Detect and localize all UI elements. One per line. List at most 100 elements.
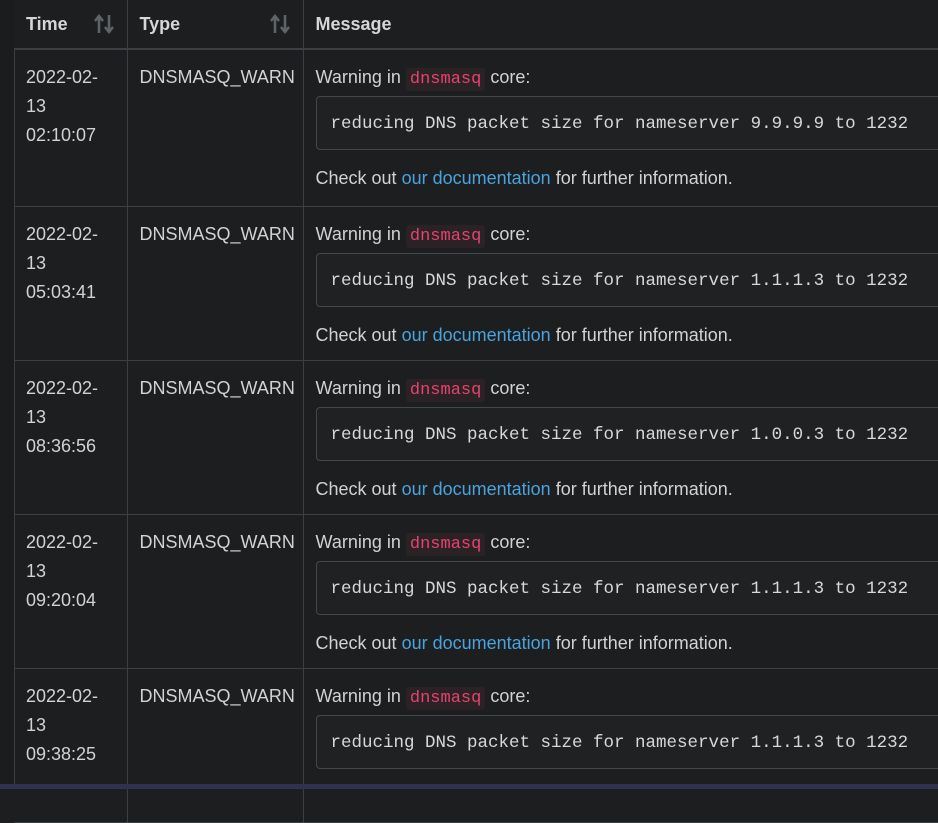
message-cell: Warning in dnsmasq core: reducing DNS pa…: [303, 360, 938, 514]
documentation-link[interactable]: our documentation: [402, 325, 551, 345]
warning-prefix: Warning in: [316, 532, 401, 552]
check-prefix: Check out: [316, 479, 397, 499]
column-header-time-label: Time: [26, 14, 68, 34]
warning-line: Warning in dnsmasq core:: [316, 63, 938, 94]
log-detail-box: reducing DNS packet size for nameserver …: [316, 561, 938, 615]
documentation-link[interactable]: our documentation: [402, 168, 551, 188]
documentation-note: Check out our documentation for further …: [316, 475, 938, 503]
link-our: our: [402, 168, 428, 188]
sort-arrows-icon[interactable]: [269, 13, 291, 35]
time-cell: 2022-02- 13 09:38:25: [14, 668, 127, 822]
dnsmasq-code: dnsmasq: [406, 68, 485, 91]
day-text: 13: [26, 249, 115, 278]
time-cell: 2022-02- 13 02:10:07: [14, 49, 127, 206]
time-cell: 2022-02- 13 08:36:56: [14, 360, 127, 514]
warning-suffix: core:: [490, 686, 530, 706]
dnsmasq-code: dnsmasq: [406, 533, 485, 556]
documentation-link[interactable]: our documentation: [402, 479, 551, 499]
date-text: 2022-02-: [26, 220, 115, 249]
type-cell: DNSMASQ_WARN: [127, 514, 303, 668]
day-text: 13: [26, 403, 115, 432]
link-our: our: [402, 479, 428, 499]
link-documentation: documentation: [433, 325, 551, 345]
check-prefix: Check out: [316, 168, 397, 188]
check-prefix: Check out: [316, 633, 397, 653]
clock-text: 09:38:25: [26, 740, 115, 769]
date-text: 2022-02-: [26, 374, 115, 403]
warning-line: Warning in dnsmasq core:: [316, 220, 938, 251]
clock-text: 02:10:07: [26, 121, 115, 150]
table-row: 2022-02- 13 09:20:04 DNSMASQ_WARN Warnin…: [14, 514, 938, 668]
warning-line: Warning in dnsmasq core:: [316, 528, 938, 559]
documentation-note: Check out our documentation for further …: [316, 321, 938, 349]
warning-suffix: core:: [490, 378, 530, 398]
warning-line: Warning in dnsmasq core:: [316, 682, 938, 713]
column-header-message-label: Message: [316, 14, 392, 34]
warning-suffix: core:: [490, 67, 530, 87]
type-text: DNSMASQ_WARN: [140, 532, 295, 552]
documentation-link[interactable]: our documentation: [402, 633, 551, 653]
log-detail-box: reducing DNS packet size for nameserver …: [316, 96, 938, 150]
check-suffix: for further information.: [556, 479, 733, 499]
type-cell: DNSMASQ_WARN: [127, 49, 303, 206]
type-text: DNSMASQ_WARN: [140, 224, 295, 244]
column-header-message: Message: [303, 0, 938, 49]
type-text: DNSMASQ_WARN: [140, 686, 295, 706]
table-row: 2022-02- 13 08:36:56 DNSMASQ_WARN Warnin…: [14, 360, 938, 514]
type-cell: DNSMASQ_WARN: [127, 206, 303, 360]
log-detail-box: reducing DNS packet size for nameserver …: [316, 253, 938, 307]
day-text: 13: [26, 92, 115, 121]
link-our: our: [402, 325, 428, 345]
log-detail-box: reducing DNS packet size for nameserver …: [316, 407, 938, 461]
warning-prefix: Warning in: [316, 67, 401, 87]
day-text: 13: [26, 557, 115, 586]
column-header-type[interactable]: Type: [127, 0, 303, 49]
dnsmasq-code: dnsmasq: [406, 687, 485, 710]
date-text: 2022-02-: [26, 528, 115, 557]
message-cell: Warning in dnsmasq core: reducing DNS pa…: [303, 514, 938, 668]
type-cell: DNSMASQ_WARN: [127, 360, 303, 514]
message-cell: Warning in dnsmasq core: reducing DNS pa…: [303, 206, 938, 360]
warning-suffix: core:: [490, 224, 530, 244]
clock-text: 09:20:04: [26, 586, 115, 615]
warning-prefix: Warning in: [316, 378, 401, 398]
warning-line: Warning in dnsmasq core:: [316, 374, 938, 405]
log-detail-box: reducing DNS packet size for nameserver …: [316, 715, 938, 769]
bottom-scroll-bar: [0, 784, 938, 789]
messages-table: Time Type Message 2022-02-: [14, 0, 938, 823]
table-row: 2022-02- 13 02:10:07 DNSMASQ_WARN Warnin…: [14, 49, 938, 206]
documentation-note: Check out our documentation for further …: [316, 629, 938, 657]
table-row: 2022-02- 13 09:38:25 DNSMASQ_WARN Warnin…: [14, 668, 938, 822]
warning-suffix: core:: [490, 532, 530, 552]
check-suffix: for further information.: [556, 633, 733, 653]
column-header-time[interactable]: Time: [14, 0, 127, 49]
clock-text: 08:36:56: [26, 432, 115, 461]
link-documentation: documentation: [433, 479, 551, 499]
dnsmasq-code: dnsmasq: [406, 379, 485, 402]
column-header-type-label: Type: [140, 14, 181, 34]
time-cell: 2022-02- 13 05:03:41: [14, 206, 127, 360]
link-our: our: [402, 633, 428, 653]
dnsmasq-code: dnsmasq: [406, 225, 485, 248]
check-prefix: Check out: [316, 325, 397, 345]
check-suffix: for further information.: [556, 325, 733, 345]
table-header-row: Time Type Message: [14, 0, 938, 49]
date-text: 2022-02-: [26, 682, 115, 711]
left-panel-edge: [0, 0, 15, 789]
check-suffix: for further information.: [556, 168, 733, 188]
type-cell: DNSMASQ_WARN: [127, 668, 303, 822]
warning-prefix: Warning in: [316, 686, 401, 706]
sort-arrows-icon[interactable]: [93, 13, 115, 35]
type-text: DNSMASQ_WARN: [140, 378, 295, 398]
day-text: 13: [26, 711, 115, 740]
warning-prefix: Warning in: [316, 224, 401, 244]
table-row: 2022-02- 13 05:03:41 DNSMASQ_WARN Warnin…: [14, 206, 938, 360]
link-documentation: documentation: [433, 633, 551, 653]
message-cell: Warning in dnsmasq core: reducing DNS pa…: [303, 49, 938, 206]
type-text: DNSMASQ_WARN: [140, 67, 295, 87]
clock-text: 05:03:41: [26, 278, 115, 307]
link-documentation: documentation: [433, 168, 551, 188]
date-text: 2022-02-: [26, 63, 115, 92]
time-cell: 2022-02- 13 09:20:04: [14, 514, 127, 668]
documentation-note: Check out our documentation for further …: [316, 164, 938, 192]
